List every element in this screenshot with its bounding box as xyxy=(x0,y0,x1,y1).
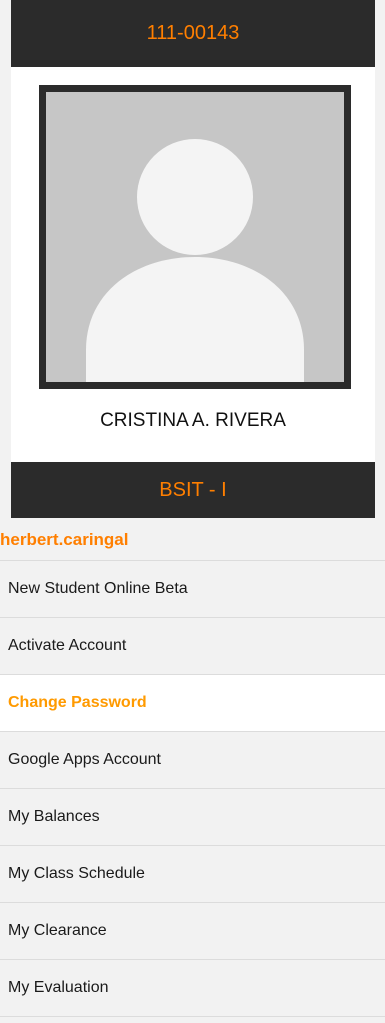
menu-item-label: Google Apps Account xyxy=(8,751,161,768)
menu-item-google-apps-account[interactable]: Google Apps Account xyxy=(0,732,385,789)
student-id-bar: 111-00143 xyxy=(11,0,375,67)
menu-item-new-student-online-beta[interactable]: New Student Online Beta xyxy=(0,561,385,618)
menu-item-label: New Student Online Beta xyxy=(8,580,188,597)
menu-item-activate-account[interactable]: Activate Account xyxy=(0,618,385,675)
course-label: BSIT - I xyxy=(159,478,227,501)
profile-photo xyxy=(39,85,351,389)
menu-item-label: Activate Account xyxy=(8,637,127,654)
menu-item-label: Change Password xyxy=(8,694,147,711)
menu-item-my-clearance[interactable]: My Clearance xyxy=(0,903,385,960)
user-silhouette-icon xyxy=(86,139,304,382)
student-id: 111-00143 xyxy=(146,22,240,44)
menu-item-label: My Class Schedule xyxy=(8,865,145,882)
menu-item-my-class-schedule[interactable]: My Class Schedule xyxy=(0,846,385,903)
student-profile-card: 111-00143 CRISTINA A. RIVERA BSIT - I xyxy=(11,0,375,518)
student-name: CRISTINA A. RIVERA xyxy=(100,410,286,431)
menu-item-my-balances[interactable]: My Balances xyxy=(0,789,385,846)
menu-item-label: My Clearance xyxy=(8,922,107,939)
course-bar: BSIT - I xyxy=(11,462,375,518)
menu-item-label: My Balances xyxy=(8,808,100,825)
menu-item-label: My Evaluation xyxy=(8,979,109,996)
username-link[interactable]: herbert.caringal xyxy=(0,530,129,550)
student-menu: New Student Online Beta Activate Account… xyxy=(0,560,385,1017)
menu-item-my-evaluation[interactable]: My Evaluation xyxy=(0,960,385,1017)
menu-item-change-password[interactable]: Change Password xyxy=(0,675,385,732)
